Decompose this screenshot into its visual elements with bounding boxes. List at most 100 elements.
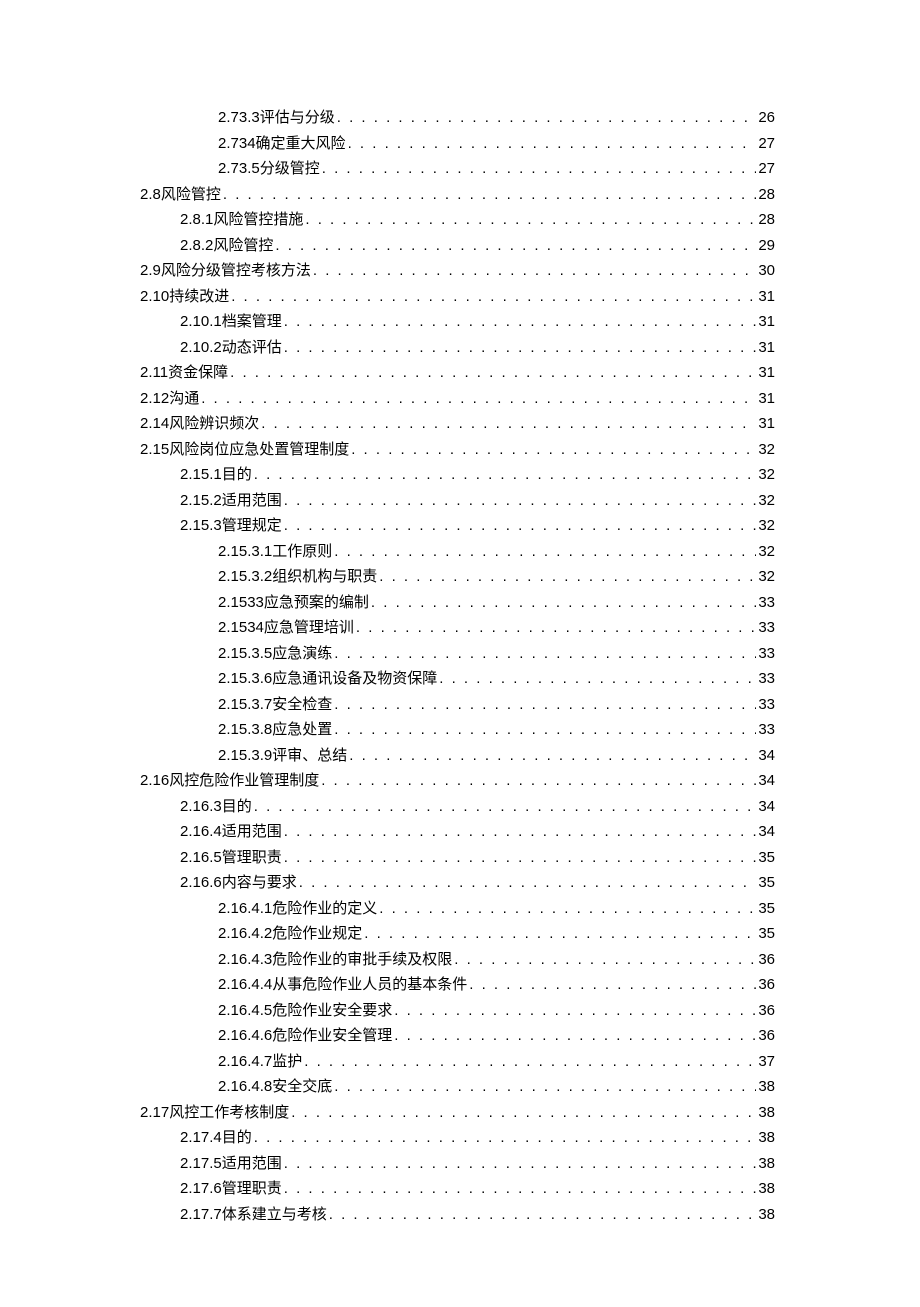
toc-entry[interactable]: 2.16.4.6 危险作业安全管理36 <box>140 1023 775 1049</box>
toc-page-number: 31 <box>758 335 775 361</box>
toc-entry[interactable]: 2.16.4.4 从事危险作业人员的基本条件36 <box>140 972 775 998</box>
toc-entry[interactable]: 2.15.3.8 应急处置33 <box>140 717 775 743</box>
toc-leader-dots <box>230 360 756 386</box>
toc-title: 危险作业安全要求 <box>272 998 392 1024</box>
toc-number: 2.14 <box>140 411 169 437</box>
toc-page-number: 31 <box>758 411 775 437</box>
toc-title: 目的 <box>222 794 252 820</box>
toc-title: 管理职责 <box>222 845 282 871</box>
toc-entry[interactable]: 2.16.4.3 危险作业的审批手续及权限36 <box>140 947 775 973</box>
toc-entry[interactable]: 2.734 确定重大风险27 <box>140 131 775 157</box>
toc-entry[interactable]: 2.15 风险岗位应急处置管理制度32 <box>140 437 775 463</box>
toc-number: 2.17.6 <box>180 1176 222 1202</box>
toc-entry[interactable]: 2.8.1 风险管控措施28 <box>140 207 775 233</box>
toc-number: 2.1534 <box>218 615 264 641</box>
toc-page-number: 38 <box>758 1074 775 1100</box>
toc-number: 2.16.4.5 <box>218 998 272 1024</box>
toc-number: 2.12 <box>140 386 169 412</box>
toc-title: 风险管控 <box>213 233 273 259</box>
toc-entry[interactable]: 2.17.4 目的38 <box>140 1125 775 1151</box>
toc-page-number: 36 <box>758 947 775 973</box>
toc-entry[interactable]: 2.15.3.6 应急通讯设备及物资保障33 <box>140 666 775 692</box>
toc-page-number: 33 <box>758 666 775 692</box>
toc-number: 2.16.4.6 <box>218 1023 272 1049</box>
toc-number: 2.16.4.7 <box>218 1049 272 1075</box>
toc-title: 适用范围 <box>222 1151 282 1177</box>
toc-title: 危险作业的定义 <box>272 896 377 922</box>
toc-entry[interactable]: 2.73.5 分级管控27 <box>140 156 775 182</box>
toc-entry[interactable]: 2.16.4.1 危险作业的定义35 <box>140 896 775 922</box>
toc-title: 评审、总结 <box>272 743 347 769</box>
toc-leader-dots <box>334 1074 756 1100</box>
toc-page-number: 38 <box>758 1151 775 1177</box>
toc-entry[interactable]: 2.17.7 体系建立与考核38 <box>140 1202 775 1228</box>
toc-entry[interactable]: 2.17.5 适用范围 38 <box>140 1151 775 1177</box>
toc-entry[interactable]: 2.1533 应急预案的编制33 <box>140 590 775 616</box>
toc-number: 2.15.3.1 <box>218 539 272 565</box>
toc-number: 2.8 <box>140 182 161 208</box>
toc-entry[interactable]: 2.16.4.7 监护37 <box>140 1049 775 1075</box>
toc-entry[interactable]: 2.16.6 内容与要求35 <box>140 870 775 896</box>
toc-page-number: 28 <box>758 182 775 208</box>
toc-entry[interactable]: 2.15.3.9 评审、总结34 <box>140 743 775 769</box>
toc-entry[interactable]: 2.73.3 评估与分级26 <box>140 105 775 131</box>
toc-entry[interactable]: 2.15.3.2 组织机构与职责32 <box>140 564 775 590</box>
toc-entry[interactable]: 2.8 风险管控28 <box>140 182 775 208</box>
toc-entry[interactable]: 2.16.4.5 危险作业安全要求36 <box>140 998 775 1024</box>
toc-title: 监护 <box>272 1049 302 1075</box>
toc-entry[interactable]: 2.10 持续改进31 <box>140 284 775 310</box>
toc-entry[interactable]: 2.16.3 目的34 <box>140 794 775 820</box>
toc-leader-dots <box>254 1125 757 1151</box>
toc-entry[interactable]: 2.15.1 目的32 <box>140 462 775 488</box>
toc-entry[interactable]: 2.12 沟通31 <box>140 386 775 412</box>
toc-title: 管理职责 <box>222 1176 282 1202</box>
toc-page-number: 38 <box>758 1100 775 1126</box>
toc-number: 2.16.5 <box>180 845 222 871</box>
toc-entry[interactable]: 2.9 风险分级管控考核方法30 <box>140 258 775 284</box>
toc-page-number: 34 <box>758 794 775 820</box>
toc-number: 2.16.6 <box>180 870 222 896</box>
toc-entry[interactable]: 2.15.3 管理规定32 <box>140 513 775 539</box>
toc-page-number: 35 <box>758 870 775 896</box>
toc-leader-dots <box>284 488 757 514</box>
toc-entry[interactable]: 2.16.4.2 危险作业规定35 <box>140 921 775 947</box>
toc-number: 2.8.1 <box>180 207 213 233</box>
toc-number: 2.15 <box>140 437 169 463</box>
toc-entry[interactable]: 2.8.2 风险管控29 <box>140 233 775 259</box>
toc-entry[interactable]: 2.17.6 管理职责38 <box>140 1176 775 1202</box>
toc-entry[interactable]: 2.15.3.7 安全检查33 <box>140 692 775 718</box>
toc-number: 2.15.3.5 <box>218 641 272 667</box>
toc-page-number: 35 <box>758 845 775 871</box>
toc-entry[interactable]: 2.1534 应急管理培训33 <box>140 615 775 641</box>
toc-number: 2.16.4.2 <box>218 921 272 947</box>
toc-leader-dots <box>223 182 756 208</box>
toc-entry[interactable]: 2.17 风控工作考核制度38 <box>140 1100 775 1126</box>
toc-number: 2.17.7 <box>180 1202 222 1228</box>
toc-number: 2.17.5 <box>180 1151 222 1177</box>
toc-title: 沟通 <box>169 386 199 412</box>
toc-entry[interactable]: 2.11 资金保障31 <box>140 360 775 386</box>
toc-entry[interactable]: 2.15.3.5 应急演练33 <box>140 641 775 667</box>
toc-page-number: 32 <box>758 564 775 590</box>
toc-title: 风险岗位应急处置管理制度 <box>169 437 349 463</box>
toc-entry[interactable]: 2.10.2 动态评估31 <box>140 335 775 361</box>
toc-leader-dots <box>469 972 756 998</box>
toc-entry[interactable]: 2.16.5 管理职责 35 <box>140 845 775 871</box>
toc-leader-dots <box>334 717 756 743</box>
toc-page-number: 33 <box>758 692 775 718</box>
toc-entry[interactable]: 2.14 风险辨识频次31 <box>140 411 775 437</box>
toc-entry[interactable]: 2.15.3.1 工作原则32 <box>140 539 775 565</box>
toc-title: 危险作业规定 <box>272 921 362 947</box>
toc-leader-dots <box>231 284 756 310</box>
toc-entry[interactable]: 2.16.4.8 安全交底38 <box>140 1074 775 1100</box>
toc-entry[interactable]: 2.15.2 适用范围32 <box>140 488 775 514</box>
toc-page-number: 31 <box>758 284 775 310</box>
toc-title: 适用范围 <box>222 488 282 514</box>
toc-page-number: 31 <box>758 309 775 335</box>
toc-number: 2.15.2 <box>180 488 222 514</box>
toc-entry[interactable]: 2.16.4 适用范围34 <box>140 819 775 845</box>
toc-leader-dots <box>254 794 757 820</box>
toc-page-number: 36 <box>758 972 775 998</box>
toc-entry[interactable]: 2.10.1 档案管理31 <box>140 309 775 335</box>
toc-entry[interactable]: 2.16 风控危险作业管理制度34 <box>140 768 775 794</box>
